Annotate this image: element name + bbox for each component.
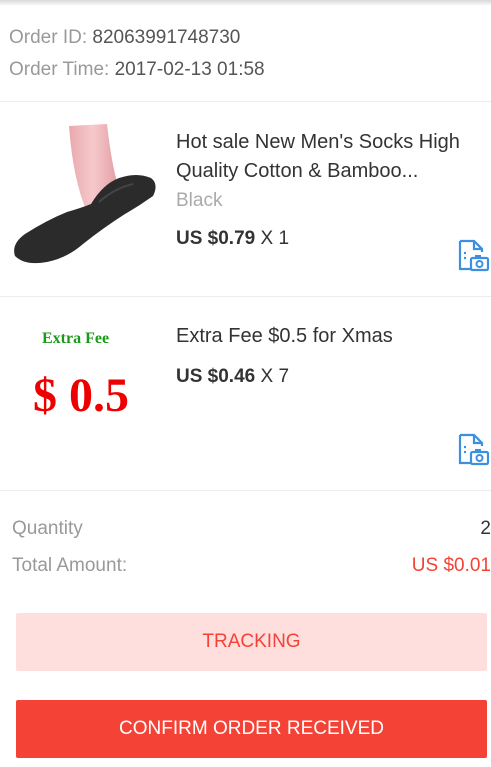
item-variant: Black <box>176 190 223 211</box>
order-id-value: 82063991748730 <box>92 27 241 48</box>
total-amount-label: Total Amount: <box>12 555 128 576</box>
item-title[interactable]: Extra Fee $0.5 for Xmas <box>176 322 486 351</box>
snapshot-icon[interactable] <box>456 432 490 466</box>
order-time-row: Order Time: 2017-02-13 01:58 <box>9 54 265 86</box>
item-price: US $0.79 <box>176 228 256 249</box>
item-title[interactable]: Hot sale New Men's Socks High Quality Co… <box>176 128 486 186</box>
extra-fee-caption: Extra Fee <box>42 330 110 347</box>
divider <box>0 490 491 491</box>
quantity-value: 2 <box>480 518 491 539</box>
sock-product-image <box>14 124 156 264</box>
order-id-label: Order ID: <box>9 27 88 48</box>
order-meta: Order ID: 82063991748730 Order Time: 201… <box>9 22 265 86</box>
order-id-row: Order ID: 82063991748730 <box>9 22 265 54</box>
quantity-label: Quantity <box>12 518 83 539</box>
total-amount-value: US $0.01 <box>411 555 491 576</box>
item-quantity: X 1 <box>260 228 290 249</box>
order-time-value: 2017-02-13 01:58 <box>114 59 265 80</box>
snapshot-icon[interactable] <box>456 238 490 272</box>
order-time-label: Order Time: <box>9 59 110 80</box>
item-quantity: X 7 <box>260 366 290 387</box>
item-price-row: US $0.46 X 7 <box>176 366 289 388</box>
extra-fee-amount: $ 0.5 <box>33 369 129 422</box>
tracking-button[interactable]: TRACKING <box>16 613 487 671</box>
extra-fee-image: Extra Fee $ 0.5 <box>0 320 162 440</box>
top-shadow <box>0 0 491 6</box>
item-price-row: US $0.79 X 1 <box>176 228 289 250</box>
confirm-order-received-button[interactable]: CONFIRM ORDER RECEIVED <box>16 700 487 758</box>
divider <box>0 101 491 102</box>
divider <box>0 296 491 297</box>
item-price: US $0.46 <box>176 366 256 387</box>
